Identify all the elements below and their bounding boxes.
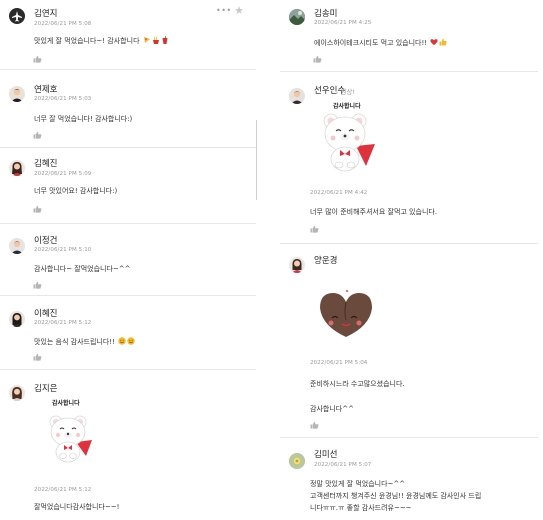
comment-date: 2022/06/21 PM 5:07 <box>314 462 372 468</box>
comment-item: 선우인수 - 원상! 감사합니다 2022/06/21 PM 4:42 너무 많… <box>280 72 538 244</box>
star-icon[interactable]: ★ <box>234 4 244 17</box>
flower-avatar-icon <box>289 453 305 469</box>
bear-thank-you-sticker <box>323 113 375 172</box>
heart-sticker <box>320 290 372 337</box>
pizza-emoji-icon <box>143 37 150 43</box>
avatar[interactable] <box>9 238 25 254</box>
comment-item: 이정건 2022/06/21 PM 5:10 감사합니다~ 잘먹었습니다~^^ <box>0 224 256 296</box>
like-icon[interactable] <box>310 225 319 233</box>
comment-item: 양운경 2022/06/21 PM 5:04 준비하시느라 수고많으셨습니다. … <box>280 244 538 438</box>
like-icon[interactable] <box>33 131 42 139</box>
commenter-name[interactable]: 이혜진 <box>34 307 57 319</box>
like-icon[interactable] <box>33 353 42 361</box>
comment-item: 김지은 감사합니다 2022/06/21 PM 5:12 잘먹었습니다감사합니다… <box>0 370 256 520</box>
person-avatar-icon <box>11 240 23 254</box>
fries-emoji-icon <box>152 36 159 44</box>
person-avatar-icon <box>12 162 22 176</box>
comment-text-body: 맛있게 잘 먹었습니다~! 감사합니다 <box>34 37 140 45</box>
comment-text: 잘먹었습니다감사합니다~~! <box>34 503 120 511</box>
comment-text: 준비하시느라 수고많으셨습니다. <box>310 380 405 388</box>
comment-column-left: 김연지 2022/06/21 PM 5:08 맛있게 잘 먹었습니다~! 감사합… <box>0 0 256 520</box>
smile-emoji-icon <box>118 337 126 345</box>
comment-text-line2: 고객센터까지 챙겨주신 윤경님!! 윤경님께도 감사인사 드립 <box>310 492 482 500</box>
comment-date: 2022/06/21 PM 5:12 <box>34 320 92 326</box>
airplane-icon <box>12 11 22 22</box>
person-avatar-icon <box>291 90 303 104</box>
comment-item: 김연지 2022/06/21 PM 5:08 맛있게 잘 먹었습니다~! 감사합… <box>0 0 256 70</box>
like-icon[interactable] <box>33 55 42 63</box>
comment-date: 2022/06/21 PM 5:08 <box>34 21 92 27</box>
commenter-name[interactable]: 이정건 <box>34 234 57 246</box>
comment-date: 2022/06/21 PM 5:03 <box>34 96 92 102</box>
comment-text: 너무 맛있어요! 감사합니다:) <box>34 187 118 195</box>
comment-column-right: 김송미 2022/06/21 PM 4:25 에이스하이테크시티도 먹고 있습니… <box>280 0 538 520</box>
comment-text: 에이스하이테크시티도 먹고 있습니다!! <box>314 38 447 48</box>
heart-emoji-icon <box>430 39 438 46</box>
comment-item: 김송미 2022/06/21 PM 4:25 에이스하이테크시티도 먹고 있습니… <box>280 0 538 72</box>
avatar[interactable] <box>289 453 305 469</box>
comment-item: 김미선 2022/06/21 PM 5:07 정말 맛있게 잘 먹었습니다~^^… <box>280 438 538 520</box>
like-icon[interactable] <box>310 421 319 429</box>
comment-item: 이혜진 2022/06/21 PM 5:12 맛있는 음식 감사드립니다!! <box>0 296 256 370</box>
comment-text: 맛있는 음식 감사드립니다!! <box>34 337 135 347</box>
scroll-divider <box>256 120 257 200</box>
like-icon[interactable] <box>313 55 322 63</box>
person-avatar-icon <box>11 88 23 102</box>
comment-date: 2022/06/21 PM 5:10 <box>34 247 92 253</box>
comment-date: 2022/06/21 PM 4:25 <box>314 20 372 26</box>
avatar[interactable] <box>9 160 25 176</box>
comment-date: 2022/06/21 PM 5:09 <box>34 171 92 177</box>
commenter-name[interactable]: 연제호 <box>34 83 57 95</box>
bear-thank-you-sticker <box>49 415 92 463</box>
person-avatar-icon <box>292 259 302 273</box>
comment-item: 연제호 2022/06/21 PM 5:03 너무 잘 먹었습니다! 감사합니다… <box>0 70 256 148</box>
smile-emoji-icon <box>127 337 135 345</box>
comment-text: 감사합니다~ 잘먹었습니다~^^ <box>34 265 131 273</box>
comment-date: 2022/06/21 PM 4:42 <box>310 190 368 196</box>
avatar[interactable] <box>289 9 305 25</box>
commenter-name[interactable]: 김지은 <box>34 382 57 394</box>
commenter-name[interactable]: 양운경 <box>314 254 337 266</box>
avatar[interactable] <box>289 257 305 273</box>
person-avatar-icon <box>12 387 22 401</box>
thumbs-up-emoji-icon <box>439 38 447 46</box>
comment-item: 김혜진 2022/06/21 PM 5:09 너무 맛있어요! 감사합니다:) <box>0 148 256 224</box>
drink-emoji-icon <box>162 36 168 44</box>
comment-text-line3: 니다ㅠㅠ.ㅠ 좋할 감사드려유~~~ <box>310 504 412 512</box>
comment-text: 맛있게 잘 먹었습니다~! 감사합니다 <box>34 36 169 46</box>
avatar[interactable] <box>9 311 25 327</box>
sticker-caption: 감사합니다 <box>52 400 80 407</box>
person-avatar-icon <box>12 313 22 327</box>
avatar[interactable] <box>9 86 25 102</box>
commenter-name[interactable]: 김혜진 <box>34 157 57 169</box>
more-options-icon[interactable]: • • • <box>216 6 231 15</box>
comment-date: 2022/06/21 PM 5:12 <box>34 487 92 493</box>
comment-text-body: 맛있는 음식 감사드립니다!! <box>34 338 115 346</box>
comment-text-body: 에이스하이테크시티도 먹고 있습니다!! <box>314 39 428 47</box>
sticker-caption: 감사합니다 <box>333 103 361 110</box>
avatar[interactable] <box>9 8 25 24</box>
avatar[interactable] <box>9 385 25 401</box>
avatar[interactable] <box>289 88 305 104</box>
landscape-avatar-icon <box>289 9 305 25</box>
like-icon[interactable] <box>33 281 42 289</box>
commenter-name[interactable]: 김미선 <box>314 448 337 460</box>
commenter-name[interactable]: 김송미 <box>314 7 337 19</box>
comment-text: 너무 잘 먹었습니다! 감사합니다:) <box>34 115 133 123</box>
comment-date: 2022/06/21 PM 5:04 <box>310 360 368 366</box>
commenter-name[interactable]: 김연지 <box>34 7 57 19</box>
comment-text: 정말 맛있게 잘 먹었습니다~^^ <box>310 480 406 488</box>
comment-text: 너무 많이 준비해주셔서요 잘먹고 있습니다. <box>310 208 438 216</box>
commenter-subname: - 원상! <box>336 88 355 96</box>
comment-controls: • • • ★ <box>216 4 244 18</box>
like-icon[interactable] <box>33 205 42 213</box>
comment-text-line2: 감사합니다^^ <box>310 405 354 413</box>
